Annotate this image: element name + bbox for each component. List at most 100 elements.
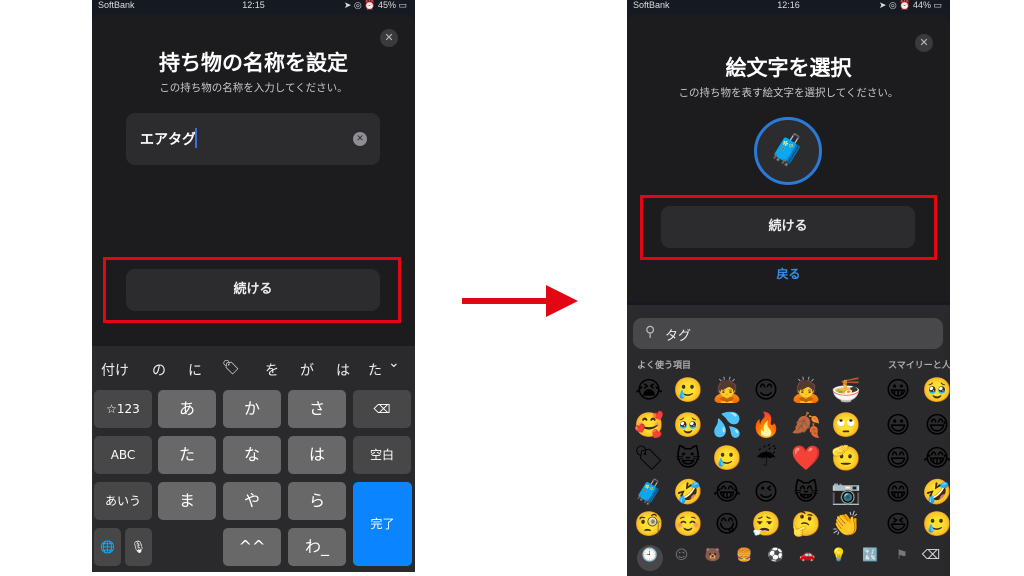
key[interactable]: 🎙 bbox=[125, 528, 152, 566]
collapse-candidates-icon[interactable]: ⌄ bbox=[388, 355, 400, 371]
key[interactable]: ☆123 bbox=[94, 390, 152, 428]
emoji-key[interactable]: 😃 bbox=[881, 410, 915, 440]
candidate-word[interactable]: 付け bbox=[101, 360, 129, 380]
key[interactable]: さ bbox=[288, 390, 346, 428]
activity-category-icon[interactable]: ⚽ bbox=[764, 548, 788, 563]
key[interactable]: な bbox=[223, 436, 281, 474]
emoji-key[interactable]: 🥲 bbox=[710, 443, 744, 473]
clear-text-icon[interactable]: ✕ bbox=[353, 132, 367, 146]
key[interactable]: ^^ bbox=[223, 528, 281, 566]
delete-category-icon[interactable]: ⌫ bbox=[919, 548, 943, 563]
emoji-key[interactable]: ❤️ bbox=[789, 443, 823, 473]
page-title: 絵文字を選択 bbox=[725, 56, 852, 80]
close-icon[interactable]: ✕ bbox=[915, 34, 933, 52]
emoji-key[interactable]: 👏 bbox=[829, 509, 863, 539]
emoji-key[interactable]: 🙇 bbox=[789, 375, 823, 405]
emoji-key[interactable]: 😊 bbox=[749, 375, 783, 405]
key[interactable]: か bbox=[223, 390, 281, 428]
candidate-word[interactable]: に bbox=[188, 360, 202, 380]
status-bar: SoftBank 12:16 ➤ ◎ ⏰ 44% ▭ bbox=[627, 0, 950, 13]
key[interactable]: わ_ bbox=[288, 528, 346, 566]
highlight-box bbox=[103, 257, 401, 323]
candidate-word[interactable]: の bbox=[152, 360, 166, 380]
emoji-key[interactable]: 🫡 bbox=[829, 443, 863, 473]
candidate-word[interactable]: た bbox=[368, 360, 382, 380]
emoji-key[interactable]: 🏷 bbox=[632, 443, 666, 473]
flags-category-icon[interactable]: ⚑ bbox=[890, 548, 914, 563]
emoji-key[interactable]: 😭 bbox=[632, 375, 666, 405]
key[interactable]: た bbox=[158, 436, 216, 474]
section-label-frequent: よく使う項目 bbox=[637, 361, 692, 371]
emoji-key[interactable]: 🔥 bbox=[749, 410, 783, 440]
emoji-key[interactable]: 😆 bbox=[881, 509, 915, 539]
emoji-key[interactable]: 😂 bbox=[710, 477, 744, 507]
emoji-key[interactable]: 😮‍💨 bbox=[749, 509, 783, 539]
key[interactable]: は bbox=[288, 436, 346, 474]
key[interactable]: 🌐 bbox=[94, 528, 121, 566]
emoji-key[interactable]: ☔ bbox=[749, 443, 783, 473]
emoji-key[interactable]: 🥹 bbox=[671, 410, 705, 440]
emoji-key[interactable]: 🍜 bbox=[829, 375, 863, 405]
back-link[interactable]: 戻る bbox=[627, 265, 950, 282]
key[interactable]: ら bbox=[288, 482, 346, 520]
emoji-key[interactable]: 🥹 bbox=[920, 375, 950, 405]
name-input-value: エアタグ bbox=[140, 132, 196, 148]
right-phone-screen: SoftBank 12:16 ➤ ◎ ⏰ 44% ▭ ✕ 絵文字を選択 この持ち… bbox=[627, 0, 950, 576]
candidate-word[interactable]: が bbox=[300, 360, 314, 380]
emoji-key[interactable]: 🧐 bbox=[632, 509, 666, 539]
key[interactable]: 空白 bbox=[353, 436, 411, 474]
emoji-search-input[interactable]: ⚲ タグ bbox=[633, 318, 943, 349]
close-icon[interactable]: ✕ bbox=[380, 29, 398, 47]
emoji-key[interactable]: ☺️ bbox=[671, 509, 705, 539]
emoji-key[interactable]: 😺 bbox=[671, 443, 705, 473]
smileys-category-icon[interactable]: ☺ bbox=[670, 548, 694, 563]
key[interactable]: あ bbox=[158, 390, 216, 428]
food-category-icon[interactable]: 🍔 bbox=[733, 548, 757, 563]
emoji-key[interactable]: 😀 bbox=[881, 375, 915, 405]
emoji-key[interactable]: 🤔 bbox=[789, 509, 823, 539]
page-title: 持ち物の名称を設定 bbox=[159, 51, 348, 75]
candidate-word[interactable]: を bbox=[265, 360, 279, 380]
emoji-key[interactable]: 😁 bbox=[881, 477, 915, 507]
candidate-word[interactable]: は bbox=[336, 360, 350, 380]
emoji-key[interactable]: 🥲 bbox=[920, 509, 950, 539]
emoji-key[interactable]: 😄 bbox=[881, 443, 915, 473]
emoji-key[interactable]: 😅 bbox=[920, 410, 950, 440]
search-value: タグ bbox=[665, 329, 692, 344]
emoji-key[interactable]: 💦 bbox=[710, 410, 744, 440]
battery-icon: ▭ bbox=[398, 0, 407, 10]
highlight-box bbox=[640, 195, 937, 260]
battery-icon: ▭ bbox=[933, 0, 942, 10]
emoji-key[interactable]: 🍂 bbox=[789, 410, 823, 440]
key[interactable]: や bbox=[223, 482, 281, 520]
recent-category-icon[interactable]: 🕘 bbox=[638, 548, 662, 563]
emoji-key[interactable]: 🙇 bbox=[710, 375, 744, 405]
animals-category-icon[interactable]: 🐻 bbox=[701, 548, 725, 563]
emoji-key[interactable]: 🧳 bbox=[632, 477, 666, 507]
name-input[interactable]: エアタグ ✕ bbox=[126, 113, 380, 165]
emoji-key[interactable]: 😉 bbox=[749, 477, 783, 507]
travel-category-icon[interactable]: 🚗 bbox=[796, 548, 820, 563]
search-icon: ⚲ bbox=[645, 324, 656, 340]
emoji-key[interactable]: 📷 bbox=[829, 477, 863, 507]
emoji-key[interactable]: 🥰 bbox=[632, 410, 666, 440]
done-key[interactable]: 完了 bbox=[353, 482, 412, 566]
key[interactable]: ⌫ bbox=[353, 390, 411, 428]
emoji-key[interactable]: 🙄 bbox=[829, 410, 863, 440]
emoji-key[interactable]: 🥲 bbox=[671, 375, 705, 405]
objects-category-icon[interactable]: 💡 bbox=[827, 548, 851, 563]
emoji-key[interactable]: 🤣 bbox=[671, 477, 705, 507]
emoji-key[interactable]: 😋 bbox=[710, 509, 744, 539]
selected-emoji[interactable]: 🧳 bbox=[754, 117, 822, 185]
key[interactable]: ま bbox=[158, 482, 216, 520]
candidate-word[interactable]: 🏷 bbox=[222, 360, 240, 376]
key[interactable]: あいう bbox=[94, 482, 152, 520]
symbols-category-icon[interactable]: 🔣 bbox=[859, 548, 883, 563]
left-phone-screen: SoftBank 12:15 ➤ ◎ ⏰ 45% ▭ ✕ 持ち物の名称を設定 こ… bbox=[92, 0, 415, 572]
emoji-key[interactable]: 😸 bbox=[789, 477, 823, 507]
key[interactable]: ABC bbox=[94, 436, 152, 474]
battery-level: 44% bbox=[912, 0, 931, 10]
emoji-key[interactable]: 🤣 bbox=[920, 477, 950, 507]
emoji-key[interactable]: 😂 bbox=[920, 443, 950, 473]
status-bar: SoftBank 12:15 ➤ ◎ ⏰ 45% ▭ bbox=[92, 0, 415, 13]
